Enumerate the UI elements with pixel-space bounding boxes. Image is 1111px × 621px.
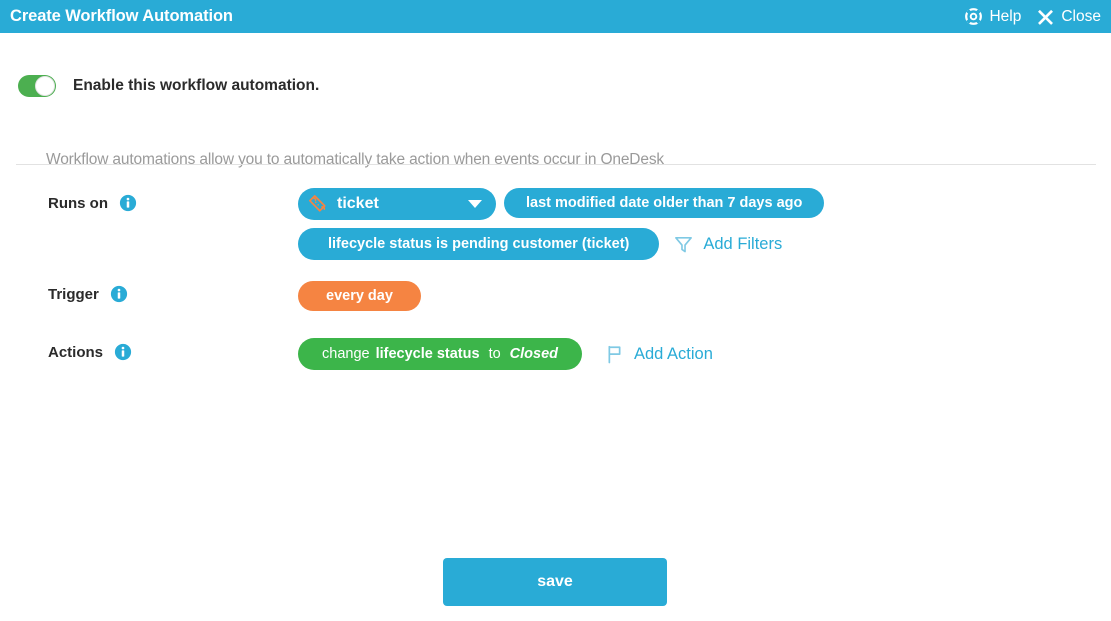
enable-toggle-row: Enable this workflow automation.	[18, 75, 319, 97]
enable-toggle-label: Enable this workflow automation.	[73, 77, 320, 94]
add-filters-button[interactable]: Add Filters	[673, 228, 782, 260]
trigger-label-group: Trigger	[48, 285, 128, 303]
flag-icon	[604, 344, 625, 365]
action-pill[interactable]: change lifecycle status to Closed	[298, 338, 582, 370]
filter-pill[interactable]: lifecycle status is pending customer (ti…	[298, 228, 660, 260]
life-ring-icon	[965, 8, 983, 25]
action-to: to	[488, 346, 501, 362]
action-value: Closed	[509, 346, 558, 362]
close-label: Close	[1061, 7, 1101, 25]
chevron-down-icon[interactable]	[468, 200, 482, 208]
dialog-description: Workflow automations allow you to automa…	[46, 151, 665, 168]
trigger-info-icon[interactable]	[110, 285, 128, 303]
trigger-pill[interactable]: every day	[298, 281, 421, 311]
window-actions: Help Close	[965, 8, 1101, 26]
actions-content: change lifecycle status to Closed Add Ac…	[298, 338, 1098, 370]
save-button[interactable]: save	[443, 558, 667, 606]
trigger-label: Trigger	[48, 285, 99, 303]
window-title: Create Workflow Automation	[10, 7, 233, 25]
actions-label-group: Actions	[48, 343, 132, 361]
window-title-bar: Create Workflow Automation Help Close	[0, 0, 1111, 33]
action-field: lifecycle status	[375, 346, 480, 362]
section-divider	[16, 164, 1096, 165]
trigger-content: every day	[298, 281, 1098, 311]
runs-on-info-icon[interactable]	[119, 194, 137, 212]
dialog-body: Enable this workflow automation. Workflo…	[0, 33, 1111, 621]
runs-on-label: Runs on	[48, 194, 108, 212]
filter-pill[interactable]: last modified date older than 7 days ago	[504, 188, 825, 218]
add-action-label: Add Action	[634, 344, 713, 363]
runs-on-label-group: Runs on	[48, 194, 137, 212]
filters-group: lifecycle status is pending customer (ti…	[298, 228, 782, 260]
add-filters-label: Add Filters	[703, 234, 783, 253]
toggle-knob	[35, 76, 55, 96]
actions-label: Actions	[48, 343, 104, 361]
runs-on-type-pill[interactable]: ticket	[298, 188, 496, 220]
ticket-icon	[306, 193, 328, 215]
help-label: Help	[989, 7, 1022, 25]
funnel-icon	[673, 234, 694, 255]
close-x-icon	[1037, 8, 1054, 25]
close-button[interactable]: Close	[1037, 8, 1101, 26]
action-verb: change	[322, 346, 370, 362]
runs-on-type-label: ticket	[337, 195, 379, 212]
actions-info-icon[interactable]	[114, 343, 132, 361]
help-button[interactable]: Help	[965, 8, 1021, 26]
add-action-button[interactable]: Add Action	[604, 338, 713, 370]
enable-workflow-toggle[interactable]	[18, 75, 56, 97]
runs-on-content: ticket last modified date older than 7 d…	[298, 188, 1098, 260]
